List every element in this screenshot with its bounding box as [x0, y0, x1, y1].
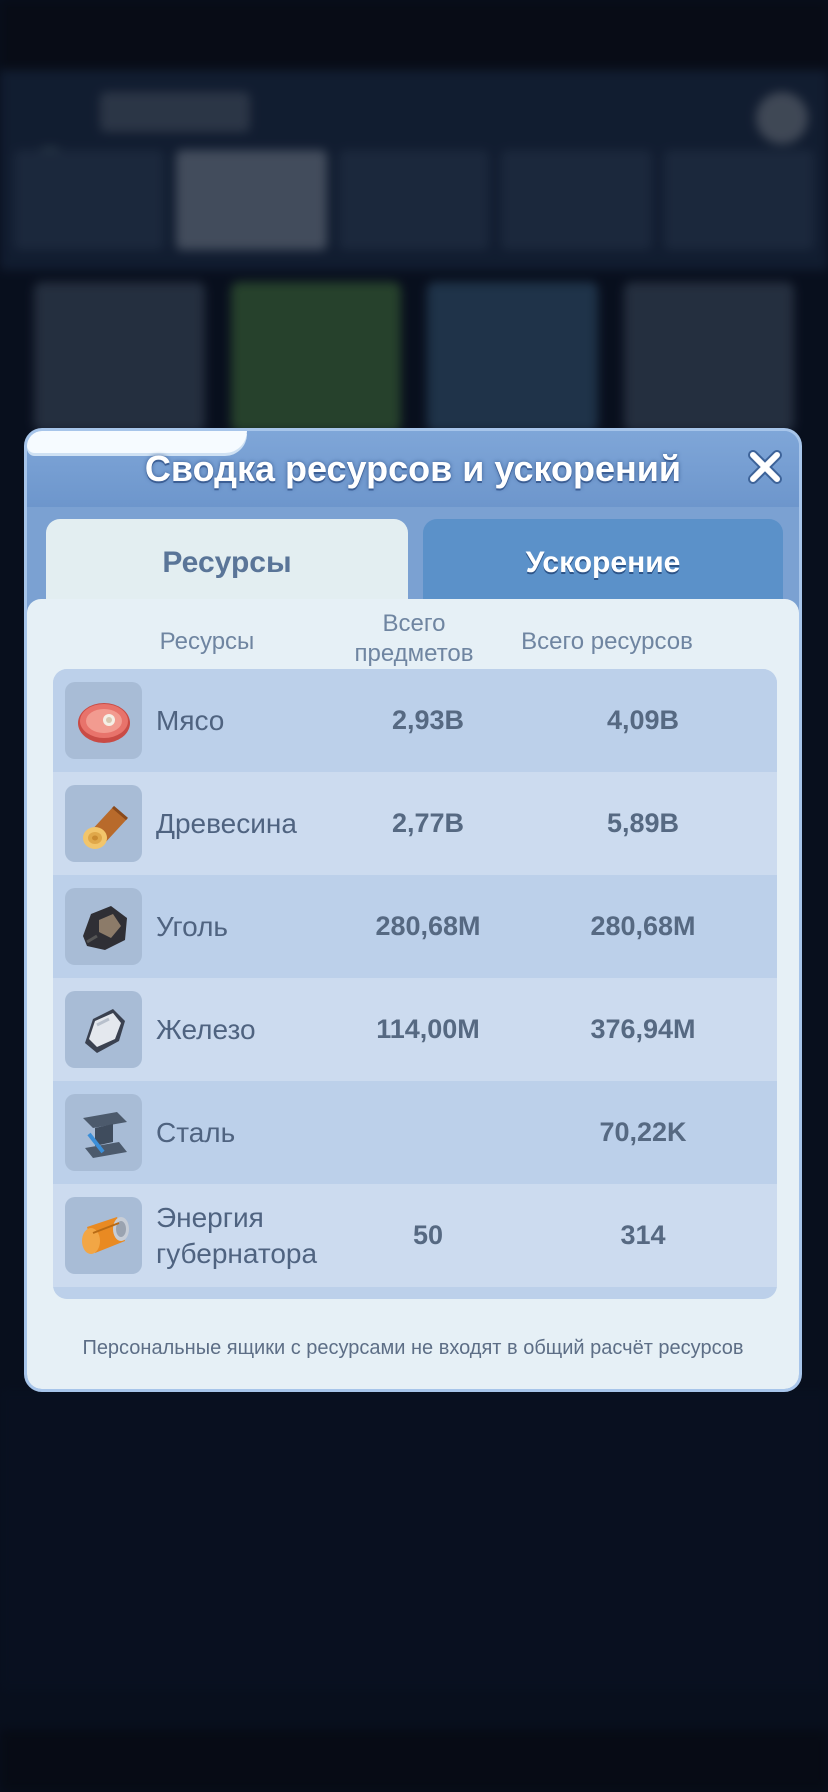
- dialog-title: Сводка ресурсов и ускорений: [144, 448, 682, 489]
- resources-panel: Ресурсы Всего предметов Всего ресурсов М…: [27, 599, 799, 1389]
- tab-resources[interactable]: Ресурсы: [46, 519, 408, 609]
- resource-items-value: 2,93B: [391, 705, 465, 735]
- resource-items-value: [308, 1081, 548, 1184]
- tab-speedups[interactable]: Ускорение: [423, 519, 783, 609]
- footnote: Персональные ящики с ресурсами не входят…: [82, 1337, 744, 1359]
- resource-items-value: 50: [412, 1220, 444, 1250]
- resource-items-value: 2,77B: [391, 808, 465, 838]
- resource-total-value: 280,68M: [590, 911, 696, 941]
- resource-total-value: 4,09B: [606, 705, 680, 735]
- column-header-total: Всего ресурсов: [521, 628, 693, 655]
- resource-total-value: 376,94M: [590, 1014, 696, 1044]
- iron-icon: [84, 1008, 125, 1053]
- resource-row-coal: Уголь 280,68M 280,68M: [53, 875, 777, 978]
- coal-icon: [82, 905, 127, 950]
- resource-total-value: 314: [620, 1220, 666, 1250]
- tab-bar: Ресурсы Ускорение: [46, 519, 783, 609]
- resource-row-partial: [53, 1287, 777, 1299]
- resource-items-value: 114,00M: [376, 1014, 480, 1044]
- resource-row-steel: Сталь 70,22K: [53, 1081, 777, 1184]
- steel-icon: [82, 1111, 127, 1158]
- resource-row-meat: Мясо 2,93B 4,09B: [53, 669, 777, 772]
- close-icon: [748, 450, 782, 484]
- resource-row-iron: Железо 114,00M 376,94M: [53, 978, 777, 1081]
- energy-can-icon: [81, 1216, 129, 1254]
- column-header-resource: Ресурсы: [159, 628, 255, 655]
- close-button[interactable]: [743, 445, 787, 489]
- column-header-items: Всего предметов: [354, 610, 474, 667]
- resource-row-wood: Древесина 2,77B 5,89B: [53, 772, 777, 875]
- resource-summary-dialog: Сводка ресурсов и ускорений Ресурсы Уско…: [24, 428, 802, 1392]
- resource-row-energy: Энергия губернатора 50 314: [53, 1184, 777, 1287]
- resource-items-value: 280,68M: [375, 911, 481, 941]
- resource-list[interactable]: Мясо 2,93B 4,09B Древесина 2,77B 5,89B У…: [53, 669, 777, 1299]
- resource-total-value: 70,22K: [599, 1117, 687, 1147]
- wood-icon: [82, 805, 128, 849]
- meat-icon: [77, 702, 130, 743]
- dialog-header: Сводка ресурсов и ускорений: [27, 431, 799, 507]
- resource-total-value: 5,89B: [606, 808, 680, 838]
